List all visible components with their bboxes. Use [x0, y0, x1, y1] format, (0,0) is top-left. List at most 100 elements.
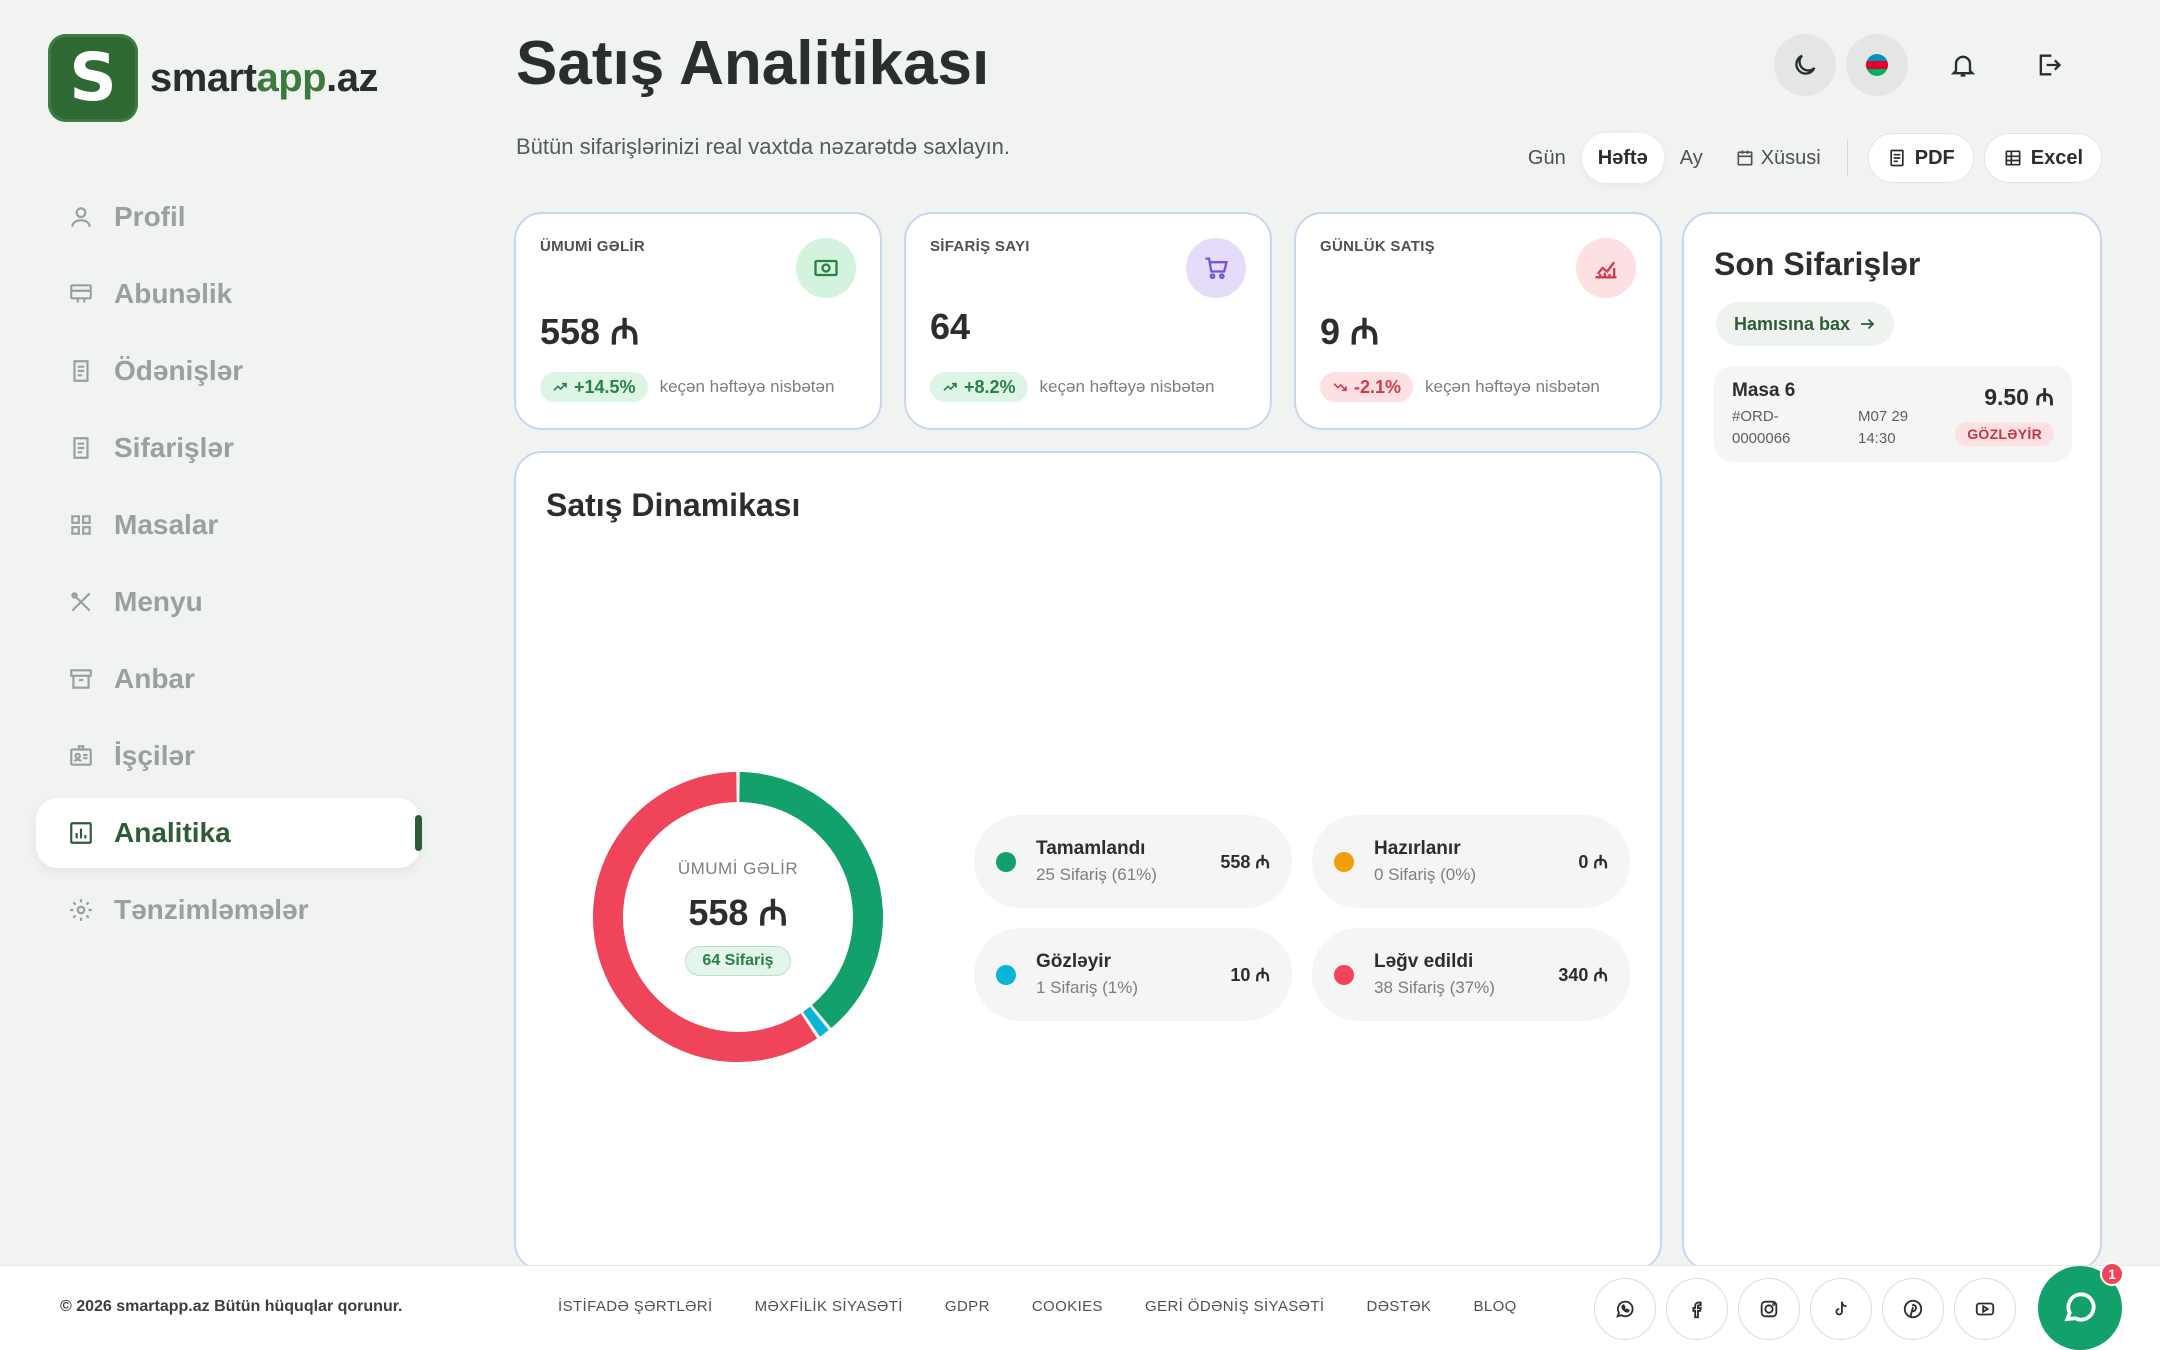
order-table: Masa 6 [1732, 380, 1796, 401]
logo-badge: S [48, 34, 138, 122]
footer-link-privacy[interactable]: MƏXFİLİK SİYASƏTİ [755, 1298, 903, 1315]
legend-amount: 340 ₼ [1558, 964, 1608, 985]
footer-link-terms[interactable]: İSTİFADƏ ŞƏRTLƏRİ [558, 1298, 713, 1315]
sidebar-item-isciler[interactable]: İşçilər [36, 721, 420, 791]
cart-icon [1205, 257, 1228, 280]
gear-icon [68, 897, 94, 923]
notifications-button[interactable] [1932, 34, 1994, 96]
archive-icon [68, 666, 94, 692]
legend-dot [1334, 964, 1354, 985]
order-item[interactable]: Masa 6 #ORD- 0000066 M07 29 14:30 9.50 ₼ G… [1714, 366, 2072, 462]
sidebar-item-label: Abunəlik [114, 278, 233, 309]
pinterest-icon [1903, 1299, 1923, 1319]
footer-link-support[interactable]: DƏSTƏK [1366, 1298, 1431, 1315]
donut-center: ÜMUMİ GƏLİR 558 ₼ 64 Sifariş [586, 765, 890, 1069]
order-id-line2: 0000066 [1732, 429, 1791, 447]
footer-copyright: © 2026 smartapp.az Bütün hüquqlar qorunu… [60, 1298, 403, 1315]
page-subtitle: Bütün sifarişlərinizi real vaxtda nəzarə… [516, 134, 1011, 159]
see-all-button[interactable]: Hamısına bax [1716, 302, 1895, 346]
instagram-icon [1760, 1300, 1778, 1318]
receipt-icon [68, 358, 94, 384]
sidebar-item-menyu[interactable]: Menyu [36, 567, 420, 637]
order-status-badge: GÖZLƏYİR [1955, 422, 2054, 446]
donut-center-label: ÜMUMİ GƏLİR [677, 858, 799, 878]
chat-button[interactable]: 1 [2038, 1262, 2124, 1350]
legend-detail: 38 Sifariş (37%) [1374, 978, 1495, 997]
recent-orders-card: Son Sifarişlər Hamısına bax Masa 6 #ORD-… [1682, 212, 2102, 1271]
trend-value: +14.5% [574, 376, 636, 397]
legend-amount: 10 ₼ [1230, 964, 1270, 985]
analytics-icon [68, 820, 94, 846]
pinterest-button[interactable] [1882, 1278, 1944, 1340]
trend-compare: keçən həftəyə nisbətən [659, 377, 835, 396]
legend-item-completed[interactable]: Tamamlandı 25 Sifariş (61%) 558 ₼ [974, 815, 1292, 908]
instagram-button[interactable] [1738, 1278, 1800, 1340]
grid-icon [68, 512, 94, 538]
range-custom-button[interactable]: Xüsusi [1719, 133, 1837, 183]
range-month-button[interactable]: Ay [1664, 133, 1719, 183]
theme-toggle-button[interactable] [1774, 34, 1836, 96]
facebook-icon [1692, 1301, 1702, 1319]
logo-text-part1: smart [150, 55, 257, 100]
sidebar: S smartapp.az Profil Abunəlik Ödənişlər … [0, 0, 450, 1265]
footer-link-cookies[interactable]: COOKIES [1032, 1298, 1103, 1315]
trend-up-icon [553, 382, 567, 391]
footer: © 2026 smartapp.az Bütün hüquqlar qorunu… [0, 1265, 2160, 1350]
footer-link-refund[interactable]: GERİ ÖDƏNİŞ SİYASƏTİ [1145, 1298, 1325, 1315]
sidebar-item-label: Tənzimləmələr [114, 894, 309, 925]
logout-icon [2039, 54, 2062, 76]
logout-button[interactable] [2018, 34, 2080, 96]
tiktok-button[interactable] [1810, 1278, 1872, 1340]
arrow-right-icon [1861, 318, 1875, 330]
trend-value: -2.1% [1354, 376, 1402, 397]
sidebar-item-masalar[interactable]: Masalar [36, 490, 420, 560]
legend-item-cancelled[interactable]: Ləğv edildi 38 Sifariş (37%) 340 ₼ [1312, 928, 1630, 1021]
facebook-button[interactable] [1666, 1278, 1728, 1340]
sidebar-item-tenzimlemeler[interactable]: Tənzimləmələr [36, 875, 420, 945]
spreadsheet-icon [2005, 150, 2021, 166]
range-day-button[interactable]: Gün [1512, 133, 1582, 183]
export-excel-button[interactable]: Excel [1983, 133, 2102, 183]
trend-badge: +8.2% [930, 372, 1028, 402]
azerbaijan-flag-icon [1866, 54, 1888, 76]
money-icon [814, 259, 838, 277]
sidebar-item-abunelik[interactable]: Abunəlik [36, 259, 420, 329]
legend-name: Gözləyir [1036, 951, 1111, 972]
sidebar-item-anbar[interactable]: Anbar [36, 644, 420, 714]
legend-item-preparing[interactable]: Hazırlanır 0 Sifariş (0%) 0 ₼ [1312, 815, 1630, 908]
sidebar-item-odenisler[interactable]: Ödənişlər [36, 336, 420, 406]
youtube-button[interactable] [1954, 1278, 2016, 1340]
legend-dot [996, 851, 1016, 872]
order-price: 9.50 ₼ [1984, 384, 2054, 410]
stat-trend: +14.5% keçən həftəyə nisbətən [540, 372, 834, 402]
sidebar-item-profil[interactable]: Profil [36, 182, 420, 252]
see-all-label: Hamısına bax [1734, 313, 1851, 334]
legend-text: Ləğv edildi 38 Sifariş (37%) [1374, 951, 1495, 998]
sidebar-item-label: Anbar [114, 663, 195, 694]
language-button[interactable] [1846, 34, 1908, 96]
logo[interactable]: S smartapp.az [48, 34, 378, 122]
donut-legend: Tamamlandı 25 Sifariş (61%) 558 ₼ Hazırl… [974, 815, 1636, 1021]
order-id-line1: #ORD- [1732, 408, 1779, 425]
logo-text: smartapp.az [150, 56, 378, 101]
whatsapp-button[interactable] [1594, 1278, 1656, 1340]
moon-icon [1795, 54, 1816, 75]
trend-down-icon [1333, 383, 1347, 392]
export-pdf-button[interactable]: PDF [1867, 133, 1974, 183]
legend-dot [996, 964, 1016, 985]
sidebar-item-label: Menyu [114, 586, 203, 617]
legend-dot [1334, 851, 1354, 872]
stat-label: ÜMUMİ GƏLİR [540, 238, 646, 255]
footer-link-blog[interactable]: BLOQ [1473, 1298, 1516, 1315]
document-icon [1890, 149, 1904, 167]
legend-item-waiting[interactable]: Gözləyir 1 Sifariş (1%) 10 ₼ [974, 928, 1292, 1021]
logo-text-part2: app [256, 55, 327, 100]
footer-link-gdpr[interactable]: GDPR [945, 1298, 990, 1315]
sidebar-item-analitika[interactable]: Analitika [36, 798, 422, 868]
sidebar-item-label: Masalar [114, 509, 219, 540]
sidebar-item-sifarisler[interactable]: Sifarişlər [36, 413, 420, 483]
export-pdf-label: PDF [1914, 146, 1955, 169]
sidebar-nav: Profil Abunəlik Ödənişlər Sifarişlər Mas… [36, 182, 422, 952]
chart-line-icon [1595, 261, 1617, 279]
range-week-button[interactable]: Həftə [1581, 133, 1664, 183]
